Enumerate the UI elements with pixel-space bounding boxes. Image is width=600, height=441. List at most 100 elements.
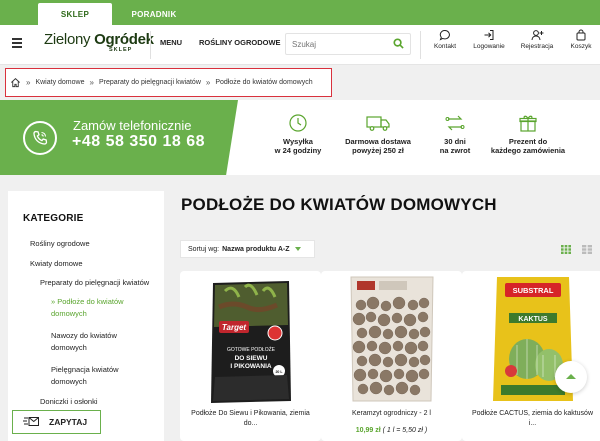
divider <box>150 31 151 59</box>
cart-link[interactable]: Koszyk <box>567 28 595 50</box>
feature-title: Prezent do <box>508 137 548 146</box>
delivery-truck-icon <box>366 116 390 131</box>
sidebar-item-nawozy[interactable]: Nawozy do kwiatów domowych <box>51 330 117 354</box>
clock-24h-icon <box>289 114 307 132</box>
phone-icon <box>23 121 57 155</box>
feature-title: 30 dni <box>444 137 466 146</box>
sort-prefix: Sortuj wg: <box>188 245 220 253</box>
sidebar-item-label: Nawozy do kwiatów <box>51 331 117 340</box>
sidebar-item-label: domowych <box>51 309 87 318</box>
breadcrumb-link[interactable]: Preparaty do pielęgnacji kwiatów <box>99 79 201 86</box>
bag-text: KAKTUS <box>518 316 547 323</box>
breadcrumb: » Kwiaty domowe » Preparaty do pielęgnac… <box>5 68 332 97</box>
register-link[interactable]: Rejestracja <box>517 28 557 50</box>
product-name[interactable]: Podłoże CACTUS, ziemia do kaktusów i... <box>466 409 599 429</box>
product-name-line: Podłoże Do Siewu i Pikowania, ziemia <box>191 410 310 417</box>
envelope-icon <box>23 417 39 426</box>
feature-subtitle: powyżej 250 zł <box>352 146 404 155</box>
bag-text: DO SIEWU <box>235 355 268 362</box>
gift-icon <box>519 115 537 132</box>
list-view-icon[interactable] <box>582 245 592 254</box>
contact-link[interactable]: Kontakt <box>430 28 460 50</box>
sidebar-item-podloze-active[interactable]: » Podłoże do kwiatów domowych <box>51 296 124 320</box>
logo-text-a: Zielony <box>44 31 95 48</box>
ask-question-button[interactable]: ZAPYTAJ <box>12 410 101 434</box>
feature-returns: 30 dni na zwrot <box>430 113 480 155</box>
site-header: Zielony Ogródek SKLEP MENU ROŚLINY OGROD… <box>0 25 600 65</box>
feature-subtitle: na zwrot <box>439 146 471 155</box>
add-user-icon <box>531 30 543 41</box>
login-label: Logowanie <box>473 43 505 50</box>
product-name-line: do... <box>243 420 258 427</box>
plants-link[interactable]: ROŚLINY OGRODOWE <box>199 38 281 47</box>
breadcrumb-separator: » <box>205 78 211 87</box>
sidebar-item-pielegnacja[interactable]: Pielęgnacja kwiatów domowych <box>51 364 119 388</box>
sidebar-item-preparaty[interactable]: Preparaty do pielęgnacji kwiatów <box>40 277 149 289</box>
product-card[interactable]: SUBSTRAL KAKTUS Podłoże CACTUS, ziemia d… <box>462 271 600 441</box>
sort-dropdown[interactable]: Sortuj wg: Nazwa produktu A-Z <box>180 240 315 258</box>
sidebar-item-label: domowych <box>51 377 87 386</box>
tab-sklep[interactable]: SKLEP <box>38 3 112 25</box>
cart-label: Koszyk <box>570 43 592 50</box>
search-icon[interactable] <box>393 38 404 49</box>
search-box <box>285 33 411 55</box>
sidebar-item-label: domowych <box>51 343 87 352</box>
order-by-phone-text: Zamów telefonicznie <box>73 118 192 133</box>
tab-poradnik[interactable]: PORADNIK <box>114 3 194 25</box>
feature-title: Wysyłka <box>283 137 313 146</box>
search-input[interactable] <box>286 34 386 55</box>
product-unit-price: ( 1 l = 5,50 zł ) <box>382 427 428 434</box>
login-link[interactable]: Logowanie <box>469 28 509 50</box>
hamburger-menu-icon[interactable] <box>12 38 22 48</box>
product-card[interactable]: Keramzyt ogrodniczy - 2 l 10,99 zł ( 1 l… <box>321 271 462 441</box>
product-price: 10,99 zł <box>355 427 381 434</box>
bag-text: GOTOWE PODŁOŻE <box>227 346 276 353</box>
chevron-up-icon <box>566 374 576 379</box>
sidebar-title: KATEGORIE <box>23 213 84 224</box>
sidebar-item-rosliny-ogrodowe[interactable]: Rośliny ogrodowe <box>30 238 90 250</box>
product-name[interactable]: Keramzyt ogrodniczy - 2 l <box>325 409 458 419</box>
breadcrumb-separator: » <box>89 78 94 87</box>
sidebar-item-doniczki[interactable]: Doniczki i osłonki <box>40 396 98 408</box>
bag-brand-text: Target <box>222 323 246 332</box>
product-card[interactable]: Target GOTOWE PODŁOŻE DO SIEWU I PIKOWAN… <box>180 271 321 441</box>
sidebar-item-label: Pielęgnacja kwiatów <box>51 365 119 374</box>
feature-gift: Prezent do każdego zamówienia <box>488 113 568 155</box>
feature-subtitle: każdego zamówienia <box>490 146 566 155</box>
login-icon <box>484 30 494 40</box>
feature-subtitle: w 24 godziny <box>274 146 322 155</box>
product-name-line: Podłoże CACTUS, ziemia do kaktusów <box>472 410 593 417</box>
breadcrumb-link[interactable]: Kwiaty domowe <box>35 79 84 86</box>
return-arrows-icon <box>445 115 465 131</box>
bag-text: 20 L <box>275 370 283 374</box>
page-title: PODŁOŻE DO KWIATÓW DOMOWYCH <box>181 195 497 214</box>
logo-text-b: Ogródek <box>94 31 154 48</box>
bag-brand-text: SUBSTRAL <box>513 286 554 295</box>
phone-number[interactable]: +48 58 350 18 68 <box>72 133 205 151</box>
sidebar-item-kwiaty-domowe[interactable]: Kwiaty domowe <box>30 258 83 270</box>
breadcrumb-separator: » <box>26 78 31 87</box>
sidebar-item-label: » Podłoże do kwiatów <box>51 297 124 306</box>
product-name[interactable]: Podłoże Do Siewu i Pikowania, ziemia do.… <box>184 409 317 429</box>
divider <box>420 31 421 59</box>
sort-value: Nazwa produktu A-Z <box>222 245 290 253</box>
feature-shipping: Wysyłka w 24 godziny <box>262 113 334 155</box>
product-image[interactable] <box>345 275 439 403</box>
contact-label: Kontakt <box>433 43 457 50</box>
breadcrumb-current: Podłoże do kwiatów domowych <box>215 79 313 86</box>
home-icon[interactable] <box>10 77 21 88</box>
product-price-row: 10,99 zł ( 1 l = 5,50 zł ) <box>321 427 462 434</box>
site-logo[interactable]: Zielony Ogródek <box>44 31 154 48</box>
product-image[interactable]: Target GOTOWE PODŁOŻE DO SIEWU I PIKOWAN… <box>205 277 297 405</box>
product-name-line: i... <box>528 420 537 427</box>
feature-free-delivery: Darmowa dostawa powyżej 250 zł <box>340 113 416 155</box>
feature-title: Darmowa dostawa <box>345 137 411 146</box>
shopping-bag-icon <box>576 29 586 41</box>
ask-question-label: ZAPYTAJ <box>49 417 88 427</box>
register-label: Rejestracja <box>520 43 554 50</box>
category-sidebar: KATEGORIE Rośliny ogrodowe Kwiaty domowe… <box>8 191 164 441</box>
grid-view-icon[interactable] <box>561 245 571 254</box>
menu-link[interactable]: MENU <box>160 38 182 47</box>
scroll-to-top-button[interactable] <box>555 361 587 393</box>
logo-subtitle: SKLEP <box>109 47 133 53</box>
